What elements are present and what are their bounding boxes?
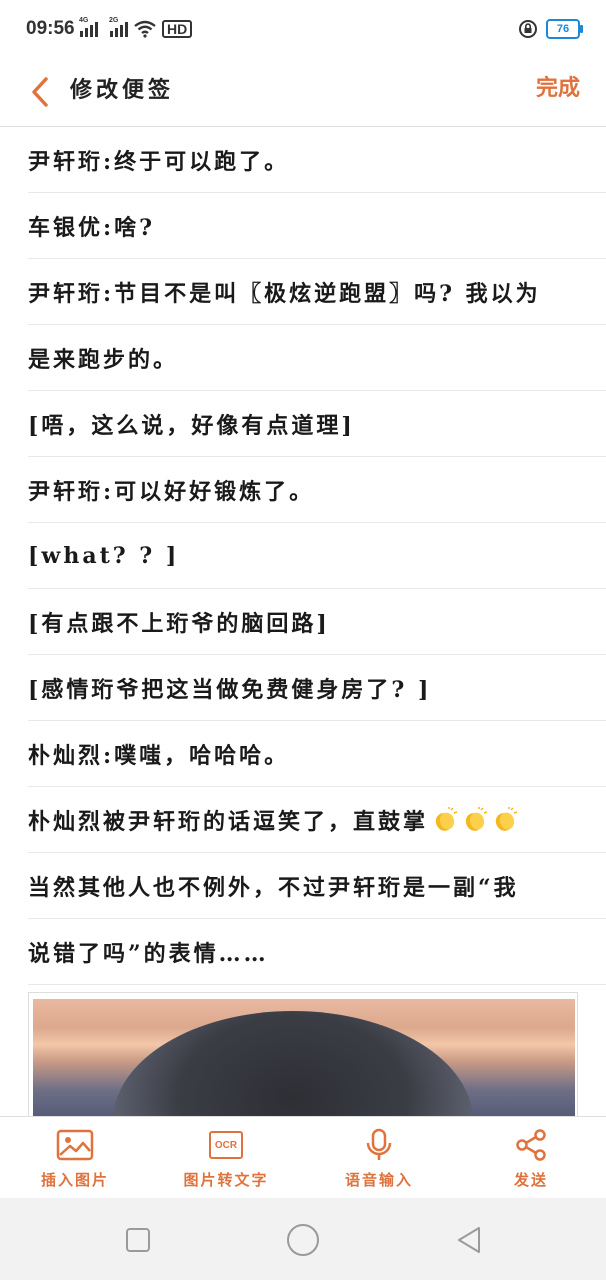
image-to-text-label: 图片转文字 xyxy=(183,1171,269,1189)
insert-image-label: 插入图片 xyxy=(40,1171,109,1189)
photo-subject xyxy=(113,1011,473,1116)
voice-input-label: 语音输入 xyxy=(344,1171,413,1189)
hd-icon: HD xyxy=(162,20,193,38)
note-line[interactable]: [唔，这么说，好像有点道理] xyxy=(28,391,606,457)
note-line[interactable]: [有点跟不上珩爷的脑回路] xyxy=(28,589,606,655)
cell-signal-icon-2: 2G xyxy=(109,17,128,37)
home-button[interactable] xyxy=(283,1220,323,1260)
chevron-left-icon xyxy=(32,77,48,107)
system-nav-bar xyxy=(0,1198,606,1280)
note-line[interactable]: 尹轩珩:可以好好锻炼了。 xyxy=(28,457,606,523)
insert-image-button[interactable]: 插入图片 xyxy=(15,1127,135,1193)
done-button[interactable]: 完成 xyxy=(536,70,580,102)
send-button[interactable]: 发送 xyxy=(471,1127,591,1193)
note-line[interactable]: 车银优:啥? xyxy=(28,193,606,259)
voice-input-button[interactable]: 语音输入 xyxy=(319,1127,439,1193)
note-editor[interactable]: 尹轩珩:终于可以跑了。 车银优:啥? 尹轩珩:节目不是叫〖极炫逆跑盟〗吗? 我以… xyxy=(28,127,606,985)
send-label: 发送 xyxy=(513,1171,548,1189)
note-line[interactable]: 说错了吗”的表情…… xyxy=(28,919,606,985)
note-line[interactable]: 朴灿烈被尹轩珩的话逗笑了，直鼓掌 xyxy=(28,787,606,853)
triangle-back-icon xyxy=(458,1227,480,1253)
header-bar: 修改便签 完成 xyxy=(0,62,606,127)
status-right: 76 xyxy=(518,19,583,39)
inserted-photo[interactable] xyxy=(28,992,578,1116)
image-icon xyxy=(56,1129,94,1161)
status-bar: 09:56 4G 2G HD 76 xyxy=(0,0,606,62)
page-title: 修改便签 xyxy=(70,77,175,103)
ocr-icon: OCR xyxy=(209,1131,243,1159)
recent-apps-button[interactable] xyxy=(118,1220,158,1260)
note-line[interactable]: 尹轩珩:终于可以跑了。 xyxy=(28,127,606,193)
photo-image xyxy=(33,999,575,1116)
status-time: 09:56 xyxy=(26,18,75,39)
bottom-toolbar: 插入图片 OCR 图片转文字 语音输入 发送 xyxy=(0,1116,606,1199)
note-line[interactable]: [感情珩爷把这当做免费健身房了? ] xyxy=(28,655,606,721)
rotation-lock-icon xyxy=(519,20,537,38)
square-icon xyxy=(126,1228,150,1252)
image-to-text-button[interactable]: OCR 图片转文字 xyxy=(166,1127,286,1193)
back-button[interactable] xyxy=(20,70,60,114)
battery-icon: 76 xyxy=(546,19,583,39)
note-line[interactable]: 尹轩珩:节目不是叫〖极炫逆跑盟〗吗? 我以为 xyxy=(28,259,606,325)
microphone-icon xyxy=(366,1128,392,1160)
note-line[interactable]: 当然其他人也不例外，不过尹轩珩是一副“我 xyxy=(28,853,606,919)
cell-signal-icon: 4G xyxy=(79,17,98,37)
circle-icon xyxy=(287,1224,319,1256)
clapping-hands-icon xyxy=(465,806,488,831)
note-line[interactable]: 朴灿烈:噗嗤，哈哈哈。 xyxy=(28,721,606,787)
wifi-icon xyxy=(134,20,156,38)
back-nav-button[interactable] xyxy=(449,1220,489,1260)
status-indicators: 4G 2G HD xyxy=(79,17,193,38)
clapping-hands-icon xyxy=(435,806,458,831)
share-icon xyxy=(516,1129,546,1161)
clapping-hands-icon xyxy=(495,806,518,831)
note-line[interactable]: 是来跑步的。 xyxy=(28,325,606,391)
note-line[interactable]: [what? ? ] xyxy=(28,523,606,589)
